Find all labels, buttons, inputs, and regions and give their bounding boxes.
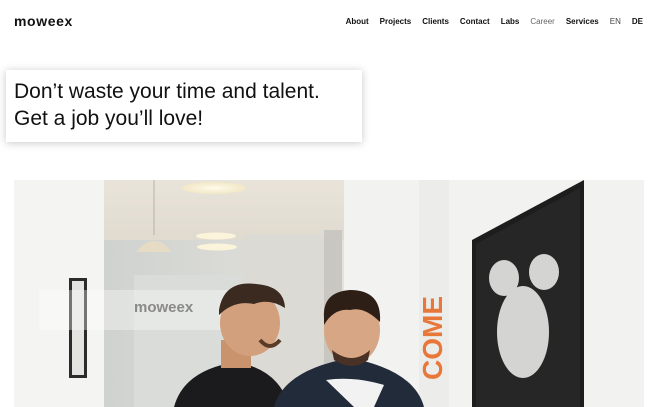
nav-about[interactable]: About: [346, 17, 369, 26]
nav-clients[interactable]: Clients: [422, 17, 449, 26]
headline-line-2: Get a job you’ll love!: [14, 107, 204, 130]
headline-line-1: Don’t waste your time and talent.: [14, 80, 320, 103]
office-photo-illustration: moweex COME: [14, 180, 644, 407]
moweex-logo[interactable]: moweex: [14, 13, 73, 29]
ceiling-light-icon: [182, 182, 246, 194]
site-header: moweex About Projects Clients Contact La…: [0, 0, 657, 44]
nav-career[interactable]: Career: [530, 17, 554, 26]
wall-sign-text: moweex: [134, 299, 194, 316]
main-navigation: About Projects Clients Contact Labs Care…: [335, 17, 643, 26]
language-en[interactable]: EN: [610, 17, 621, 26]
hero-photo: moweex COME: [14, 180, 644, 407]
nav-projects[interactable]: Projects: [380, 17, 412, 26]
nav-labs[interactable]: Labs: [501, 17, 520, 26]
nav-services[interactable]: Services: [566, 17, 599, 26]
hero-headline-card: Don’t waste your time and talent. Get a …: [6, 70, 362, 142]
language-de[interactable]: DE: [632, 17, 643, 26]
nav-contact[interactable]: Contact: [460, 17, 490, 26]
vertical-wall-text: COME: [417, 296, 448, 380]
